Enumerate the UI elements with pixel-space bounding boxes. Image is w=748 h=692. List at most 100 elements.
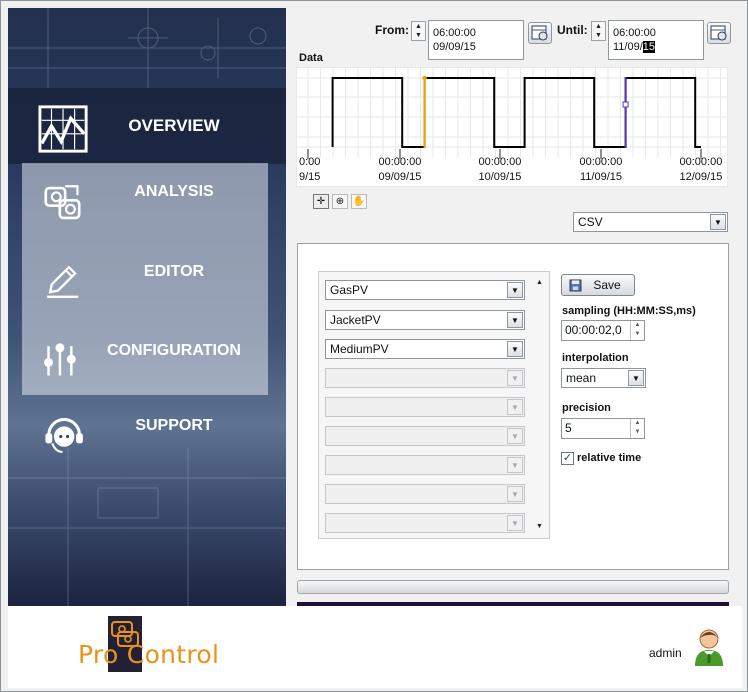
user-name: admin bbox=[649, 646, 682, 660]
headset-icon bbox=[45, 418, 83, 453]
series-select[interactable]: GasPV ▼ bbox=[325, 280, 525, 300]
x-tick-time: 00:00:00 bbox=[478, 156, 522, 168]
series-select: ▼ bbox=[325, 397, 525, 417]
until-date: 11/09/15 bbox=[613, 40, 699, 54]
series-select: ▼ bbox=[325, 455, 525, 475]
series-select: ▼ bbox=[325, 368, 525, 388]
spin-down-icon: ▼ bbox=[634, 331, 641, 337]
interpolation-label: interpolation bbox=[562, 352, 629, 364]
precision-input[interactable]: 5 ▲ ▼ bbox=[561, 418, 645, 439]
x-tick-time: 00:00:00 bbox=[579, 156, 623, 168]
checkmark-icon: ✓ bbox=[562, 452, 573, 464]
nav-item-overview[interactable]: OVERVIEW bbox=[8, 88, 286, 164]
user-avatar-icon[interactable] bbox=[693, 628, 725, 666]
precision-label: precision bbox=[562, 402, 611, 414]
series-select[interactable]: JacketPV ▼ bbox=[325, 310, 525, 330]
format-select[interactable]: CSV ▼ bbox=[573, 212, 728, 232]
sidebar: OVERVIEW ANALYSIS EDITOR CONFIGURATION S… bbox=[8, 8, 286, 606]
series-select[interactable]: MediumPV ▼ bbox=[325, 339, 525, 359]
spin-up-icon: ▲ bbox=[595, 23, 602, 30]
pencil-icon bbox=[47, 265, 79, 298]
series-select: ▼ bbox=[325, 513, 525, 533]
chart-icon bbox=[38, 105, 88, 153]
spin-up-icon: ▲ bbox=[634, 322, 641, 328]
chevron-down-icon: ▼ bbox=[507, 428, 523, 444]
brand-name: Pro Control bbox=[78, 640, 220, 669]
save-label: Save bbox=[593, 278, 621, 292]
nav-label-editor: EDITOR bbox=[143, 263, 205, 280]
chevron-down-icon: ▼ bbox=[507, 282, 523, 298]
from-time: 06:00:00 bbox=[433, 27, 476, 39]
nav-label-overview: OVERVIEW bbox=[128, 116, 220, 135]
from-date: 09/09/15 bbox=[433, 41, 476, 53]
series-value: MediumPV bbox=[330, 342, 389, 356]
chevron-down-icon: ▼ bbox=[628, 370, 644, 386]
save-button[interactable]: Save bbox=[561, 274, 635, 296]
spin-down-icon: ▼ bbox=[415, 32, 422, 39]
progress-bar bbox=[297, 580, 729, 594]
x-tick-time: 00:00:00 bbox=[679, 156, 723, 168]
format-value: CSV bbox=[578, 215, 603, 229]
spin-up-icon: ▲ bbox=[415, 23, 422, 30]
chart-title: Data bbox=[299, 52, 323, 64]
sampling-stepper[interactable]: ▲ ▼ bbox=[630, 321, 644, 340]
until-calendar-button[interactable] bbox=[707, 22, 731, 44]
sampling-value: 00:00:02,0 bbox=[565, 323, 622, 337]
series-list-scrollbar[interactable]: ▲ ▼ bbox=[531, 273, 548, 537]
from-datetime-field[interactable]: 06:00:00 09/09/15 bbox=[428, 20, 524, 60]
series-select: ▼ bbox=[325, 426, 525, 446]
sliders-icon bbox=[44, 343, 76, 376]
x-tick-date: 09/09/15 bbox=[378, 171, 422, 183]
chevron-down-icon: ▼ bbox=[507, 515, 523, 531]
relative-time-checkbox[interactable]: ✓ bbox=[561, 452, 574, 465]
interpolation-value: mean bbox=[566, 371, 597, 385]
series-select: ▼ bbox=[325, 484, 525, 504]
precision-stepper[interactable]: ▲ ▼ bbox=[630, 419, 644, 438]
footer: Pro Control admin bbox=[8, 606, 742, 688]
from-calendar-button[interactable] bbox=[528, 22, 552, 44]
app-window: OVERVIEW ANALYSIS EDITOR CONFIGURATION S… bbox=[0, 0, 748, 692]
nav-item-support[interactable]: SUPPORT bbox=[8, 394, 286, 470]
x-tick-date: 9/15 bbox=[299, 171, 321, 183]
spin-down-icon: ▼ bbox=[595, 32, 602, 39]
scroll-down-icon: ▼ bbox=[536, 523, 543, 530]
analysis-icon bbox=[44, 185, 81, 220]
chevron-down-icon: ▼ bbox=[507, 341, 523, 357]
nav-item-configuration[interactable]: CONFIGURATION bbox=[8, 318, 286, 394]
nav-label-configuration: CONFIGURATION bbox=[107, 342, 241, 359]
nav-label-support: SUPPORT bbox=[135, 417, 213, 434]
nav-item-editor[interactable]: EDITOR bbox=[8, 241, 286, 317]
x-tick-date: 10/09/15 bbox=[478, 171, 522, 183]
data-chart[interactable] bbox=[296, 67, 728, 187]
chevron-down-icon: ▼ bbox=[507, 457, 523, 473]
chevron-down-icon: ▼ bbox=[507, 486, 523, 502]
until-spinner[interactable]: ▲ ▼ bbox=[591, 21, 606, 41]
until-label: Until: bbox=[557, 23, 588, 37]
x-tick-time: 0:00 bbox=[299, 156, 321, 168]
save-icon bbox=[569, 279, 582, 292]
zoom-tool-button[interactable]: ⊕ bbox=[332, 194, 348, 209]
from-spinner[interactable]: ▲ ▼ bbox=[411, 21, 426, 41]
calendar-icon bbox=[531, 25, 548, 41]
from-marker-handle[interactable] bbox=[422, 75, 427, 81]
x-tick-date: 11/09/15 bbox=[580, 171, 623, 183]
scroll-up-icon: ▲ bbox=[536, 279, 543, 286]
pan-tool-button[interactable]: ✋ bbox=[351, 194, 367, 209]
spin-down-icon: ▼ bbox=[634, 429, 641, 435]
from-label: From: bbox=[375, 23, 409, 37]
series-value: GasPV bbox=[330, 283, 369, 297]
sampling-label: sampling (HH:MM:SS,ms) bbox=[562, 305, 696, 317]
until-datetime-field[interactable]: 06:00:00 11/09/15 bbox=[608, 20, 704, 60]
sampling-input[interactable]: 00:00:02,0 ▲ ▼ bbox=[561, 320, 645, 341]
nav-label-analysis: ANALYSIS bbox=[134, 183, 214, 200]
until-marker-handle[interactable] bbox=[622, 101, 629, 108]
chevron-down-icon: ▼ bbox=[710, 214, 726, 230]
crosshair-tool-button[interactable]: ✛ bbox=[313, 194, 329, 209]
x-tick-time: 00:00:00 bbox=[378, 156, 422, 168]
x-tick-date: 12/09/15 bbox=[679, 171, 723, 183]
interpolation-select[interactable]: mean ▼ bbox=[561, 368, 646, 388]
nav-item-analysis[interactable]: ANALYSIS bbox=[8, 163, 286, 239]
chevron-down-icon: ▼ bbox=[507, 370, 523, 386]
series-value: JacketPV bbox=[330, 313, 381, 327]
calendar-icon bbox=[710, 25, 727, 41]
